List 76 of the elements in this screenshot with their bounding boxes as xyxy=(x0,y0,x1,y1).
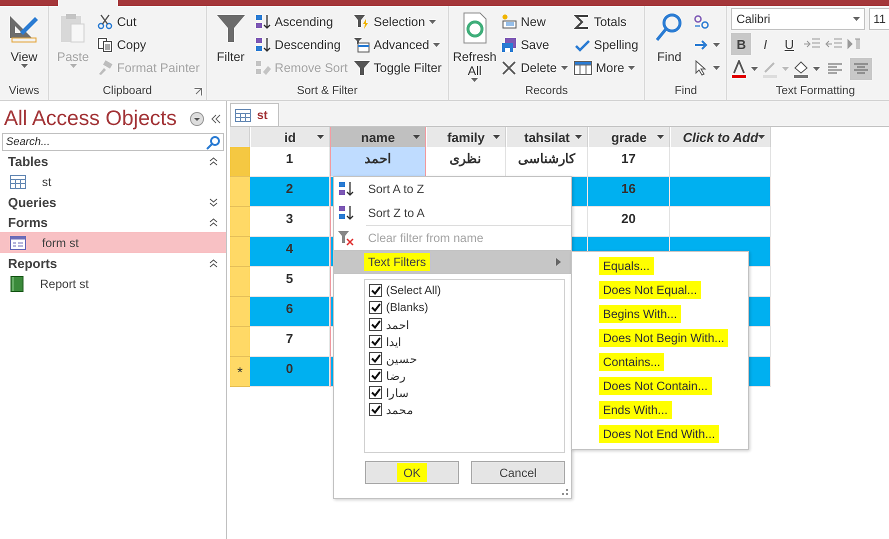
table-cell: احمد xyxy=(330,147,426,177)
dialog-button[interactable]: Cancel xyxy=(471,461,565,484)
menu-item[interactable]: Contains... xyxy=(572,350,748,374)
group-label: Clipboard xyxy=(102,84,152,99)
menu-item[interactable]: Does Not Equal... xyxy=(572,278,748,302)
ribbon-button[interactable]: View xyxy=(4,10,44,84)
ribbon-button[interactable]: Filter xyxy=(210,10,251,84)
text-style-button[interactable]: B xyxy=(731,33,752,55)
menu-item[interactable]: Begins With... xyxy=(572,302,748,326)
ribbon-button[interactable]: Totals xyxy=(574,10,640,33)
menu-item[interactable]: Sort A to Z xyxy=(334,177,571,201)
menu-item[interactable]: Text Filters xyxy=(334,250,571,274)
ribbon-button[interactable]: Find xyxy=(649,10,690,84)
checkbox-label: حسین xyxy=(386,352,417,366)
section-header[interactable]: Tables xyxy=(0,151,226,171)
menu-item[interactable]: Ends With... xyxy=(572,398,748,422)
ribbon-button[interactable]: Delete xyxy=(500,56,570,79)
column-header[interactable]: tahsilat xyxy=(506,127,588,147)
table-cell: 6 xyxy=(250,297,330,327)
ribbon-button[interactable]: Save xyxy=(500,33,570,56)
checkbox-label: سارا xyxy=(386,386,409,400)
ribbon-button[interactable]: Copy xyxy=(97,33,202,56)
font-field[interactable]: Calibri xyxy=(731,8,866,30)
group-label: Views xyxy=(8,84,40,99)
font-size-field[interactable]: 11 xyxy=(869,8,889,30)
table-cell: 4 xyxy=(250,237,330,267)
checkbox-label: (Select All) xyxy=(386,284,441,296)
section-header[interactable]: Queries xyxy=(0,192,226,212)
menu-item[interactable]: Equals... xyxy=(572,254,748,278)
text-style-button[interactable]: I xyxy=(755,33,776,55)
group-label: Text Formatting xyxy=(776,84,855,99)
table-cell: 1 xyxy=(250,147,330,177)
nav-item[interactable]: st xyxy=(0,171,226,192)
ribbon-button[interactable]: Refresh All xyxy=(452,10,497,84)
dialog-button[interactable]: OK xyxy=(365,461,459,484)
ribbon-button[interactable]: Descending xyxy=(254,33,350,56)
ribbon-button[interactable]: Spelling xyxy=(574,33,640,56)
ribbon-button[interactable]: New xyxy=(500,10,570,33)
ribbon-button[interactable]: Toggle Filter xyxy=(354,56,444,79)
table-cell: 3 xyxy=(250,207,330,237)
ribbon-button[interactable]: Cut xyxy=(97,10,202,33)
pane-title: All Access Objects xyxy=(4,107,178,131)
menu-item[interactable]: Does Not Contain... xyxy=(572,374,748,398)
table-cell: 2 xyxy=(250,177,330,207)
column-header[interactable]: grade xyxy=(588,127,670,147)
ribbon-button[interactable]: Selection xyxy=(354,10,444,33)
document-tab[interactable]: st xyxy=(230,103,279,126)
column-header[interactable]: name xyxy=(330,127,426,147)
group-label: Find xyxy=(674,84,698,99)
group-label: Sort & Filter xyxy=(296,84,358,99)
section-header[interactable]: Reports xyxy=(0,253,226,273)
column-header[interactable]: id xyxy=(250,127,330,147)
checkbox-label: (Blanks) xyxy=(386,302,428,314)
table-cell: 16 xyxy=(588,177,670,207)
table-cell: 20 xyxy=(588,207,670,237)
row-selector[interactable]: * xyxy=(230,357,250,387)
ribbon-button[interactable]: Ascending xyxy=(254,10,350,33)
group-label: Records xyxy=(525,84,568,99)
checkbox-label: احمد xyxy=(386,318,409,332)
ribbon-button[interactable]: More xyxy=(574,56,640,79)
checkbox-label: رضا xyxy=(386,370,406,382)
checkbox-label: ایدا xyxy=(386,336,401,348)
column-header[interactable]: family xyxy=(426,127,506,147)
checkbox-label: محمد xyxy=(386,404,413,416)
nav-item[interactable]: form st xyxy=(0,232,226,253)
table-cell: 5 xyxy=(250,267,330,297)
ribbon-button[interactable]: Advanced xyxy=(354,33,444,56)
nav-item[interactable]: Report st xyxy=(0,273,226,294)
menu-item[interactable]: Sort Z to A xyxy=(334,201,571,225)
table-cell: 7 xyxy=(250,327,330,357)
search-field[interactable]: Search... xyxy=(2,133,224,151)
column-header[interactable]: Click to Add xyxy=(670,127,771,147)
text-style-button[interactable]: U xyxy=(779,33,800,55)
section-header[interactable]: Forms xyxy=(0,212,226,232)
table-cell: 0 xyxy=(250,357,330,387)
table-cell: 17 xyxy=(588,147,670,177)
